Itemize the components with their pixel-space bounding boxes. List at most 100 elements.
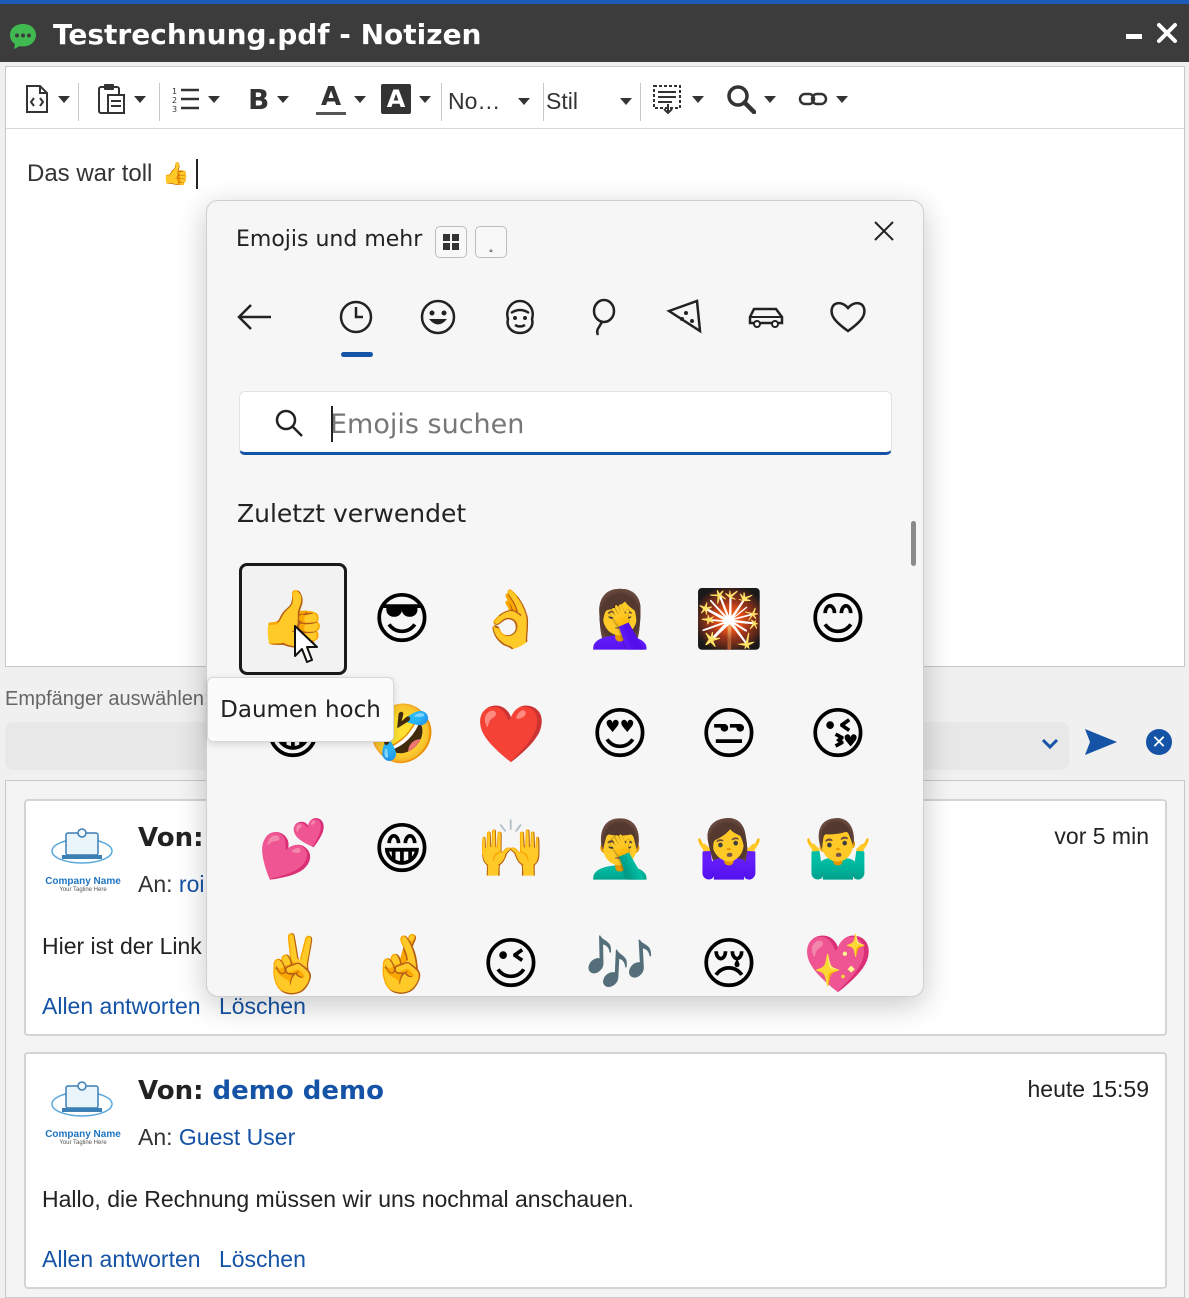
emoji-item[interactable]: 😊 [784, 563, 892, 675]
clear-recipient-button[interactable]: ✕ [1146, 729, 1172, 755]
emoji-grid-button[interactable] [435, 226, 467, 258]
editor-emoji: 👍 [162, 161, 190, 186]
smiley-icon[interactable] [418, 297, 458, 337]
emoji-item[interactable]: 😒 [675, 678, 783, 790]
emoji-search-box[interactable] [239, 391, 892, 455]
paste-button[interactable] [96, 81, 146, 117]
emoji-item[interactable]: 🎇 [675, 563, 783, 675]
recipient-label: Empfänger auswählen: [5, 688, 210, 710]
note-from-name[interactable]: demo demo [213, 1076, 384, 1106]
search-caret [331, 406, 333, 442]
list-icon: 123 [172, 87, 199, 113]
minimize-icon[interactable] [1126, 26, 1142, 40]
company-logo: Company Name Your Tagline Here [44, 827, 122, 893]
note-to: An: Guest User [138, 1124, 296, 1150]
font-color-icon: A [316, 84, 346, 115]
food-icon[interactable] [664, 297, 704, 337]
emoji-item[interactable]: 🤷‍♀️ [675, 793, 783, 905]
emoji-item[interactable]: 💕 [239, 793, 347, 905]
emoji-item[interactable]: 🤷‍♂️ [784, 793, 892, 905]
emoji-panel-title: Emojis und mehr [236, 227, 423, 252]
link-button[interactable] [798, 81, 848, 117]
note-card: Company Name Your Tagline Here Von: demo… [24, 1052, 1167, 1289]
emoji-item[interactable]: 👌 [457, 563, 565, 675]
find-icon [727, 85, 756, 114]
emoji-small-button[interactable]: ˳ [475, 226, 507, 258]
svg-text:2: 2 [172, 96, 177, 105]
source-button[interactable] [24, 81, 70, 117]
bold-button[interactable]: B [248, 81, 290, 117]
note-to-name[interactable]: roi [179, 871, 205, 897]
emoji-item[interactable]: 😍 [566, 678, 674, 790]
highlight-color-icon: A [381, 84, 411, 114]
emoji-item[interactable]: 😘 [784, 678, 892, 790]
emoji-item[interactable]: 🤦‍♂️ [566, 793, 674, 905]
note-body: Hallo, die Rechnung müssen wir uns nochm… [42, 1186, 634, 1212]
mouse-pointer-icon [294, 625, 318, 663]
back-arrow-icon[interactable] [235, 297, 275, 337]
emoji-item[interactable]: ✌️ [239, 908, 347, 996]
close-icon[interactable] [872, 219, 896, 243]
style-select[interactable]: Stil [546, 83, 632, 119]
editor-text: Das war toll [27, 160, 153, 187]
emoji-item[interactable]: 🙌 [457, 793, 565, 905]
emoji-item[interactable]: 🤞 [348, 908, 456, 996]
company-logo: Company Name Your Tagline Here [44, 1080, 122, 1146]
car-icon[interactable] [746, 297, 786, 337]
send-icon[interactable] [1084, 727, 1118, 757]
title-bar: Testrechnung.pdf - Notizen [0, 0, 1189, 62]
editor-content[interactable]: Das war toll 👍 [27, 159, 198, 189]
emoji-item[interactable]: 😎 [348, 563, 456, 675]
find-button[interactable] [726, 81, 776, 117]
clipboard-icon [98, 84, 125, 114]
bold-icon: B [248, 82, 270, 116]
emoji-panel: Emojis und mehr ˳ Zuletzt verwendet 👍😎👌🤦… [206, 200, 924, 997]
emoji-item[interactable]: 💖 [784, 908, 892, 996]
note-to: An: roi [138, 871, 205, 897]
note-from: Von: demo demo [138, 1076, 384, 1106]
people-icon[interactable] [500, 297, 540, 337]
emoji-item[interactable]: 😁 [348, 793, 456, 905]
heart-icon[interactable] [828, 297, 868, 337]
note-time: heute 15:59 [1027, 1076, 1149, 1102]
editor-toolbar: 123 B A A No… Stil [6, 67, 1184, 129]
emoji-scrollbar[interactable] [911, 521, 916, 566]
chevron-down-icon[interactable] [1040, 736, 1060, 752]
note-from: Von: [138, 823, 204, 853]
list-button[interactable]: 123 [172, 81, 220, 117]
source-icon [26, 85, 48, 113]
reply-all-link[interactable]: Allen antworten [42, 1246, 201, 1272]
close-icon[interactable] [1156, 22, 1178, 44]
note-actions: Allen antworten Löschen [42, 1246, 318, 1273]
emoji-item[interactable]: 🎶 [566, 908, 674, 996]
delete-link[interactable]: Löschen [219, 1246, 306, 1272]
emoji-item[interactable]: 😉 [457, 908, 565, 996]
font-color-button[interactable]: A [316, 81, 366, 117]
logo-tagline: Your Tagline Here [59, 1140, 107, 1146]
emoji-item[interactable]: 😢 [675, 908, 783, 996]
recently-used-heading: Zuletzt verwendet [237, 499, 467, 528]
emoji-item[interactable]: 🤦‍♀️ [566, 563, 674, 675]
note-to-name[interactable]: Guest User [179, 1124, 295, 1150]
font-select[interactable]: No… [448, 83, 531, 119]
table-button[interactable] [652, 81, 704, 117]
emoji-search-input[interactable] [330, 404, 870, 444]
style-select-value: Stil [546, 87, 578, 114]
svg-text:1: 1 [172, 87, 177, 96]
logo-tagline: Your Tagline Here [59, 887, 107, 893]
table-icon [653, 85, 681, 114]
emoji-item[interactable]: ❤️ [457, 678, 565, 790]
chat-icon [10, 24, 36, 49]
link-icon [798, 92, 828, 106]
window-title: Testrechnung.pdf - Notizen [53, 18, 482, 51]
active-tab-indicator [341, 352, 373, 357]
highlight-color-button[interactable]: A [381, 81, 431, 117]
font-select-value: No… [448, 87, 501, 114]
reply-all-link[interactable]: Allen antworten [42, 993, 201, 1019]
note-time: vor 5 min [1054, 823, 1149, 849]
recent-clock-icon[interactable] [336, 297, 376, 337]
balloon-icon[interactable] [582, 297, 622, 337]
app-window: Testrechnung.pdf - Notizen 123 B A A No…… [0, 0, 1189, 1298]
logo-text: Company Name [45, 876, 121, 887]
note-body: Hier ist der Link [42, 933, 202, 959]
